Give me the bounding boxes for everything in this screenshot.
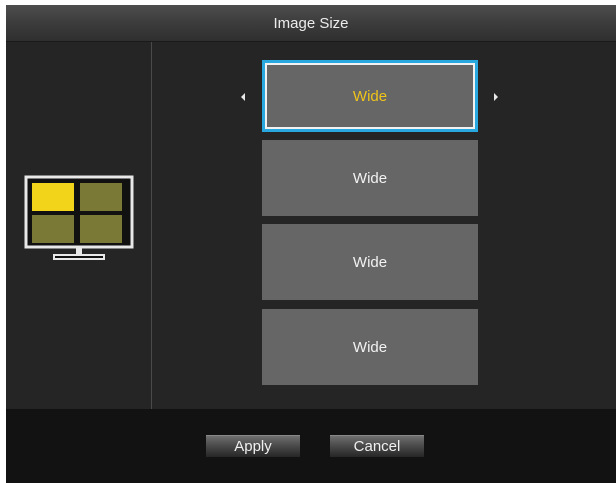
dialog-title: Image Size	[6, 5, 616, 42]
arrow-left-icon[interactable]	[239, 92, 249, 102]
size-option-4[interactable]: Wide	[262, 309, 478, 385]
preview-pane	[6, 42, 152, 409]
image-size-dialog: Image Size Wide Wide Wide Wide Apply Can…	[6, 5, 616, 483]
size-option-2[interactable]: Wide	[262, 140, 478, 216]
cancel-button[interactable]: Cancel	[330, 435, 424, 457]
size-option-3[interactable]: Wide	[262, 224, 478, 300]
size-option-1[interactable]: Wide	[262, 60, 478, 132]
monitor-quad-layout-icon	[24, 175, 134, 260]
arrow-right-icon[interactable]	[490, 92, 500, 102]
options-pane: Wide Wide Wide Wide	[153, 42, 616, 409]
apply-button[interactable]: Apply	[206, 435, 300, 457]
dialog-footer: Apply Cancel	[6, 409, 616, 483]
